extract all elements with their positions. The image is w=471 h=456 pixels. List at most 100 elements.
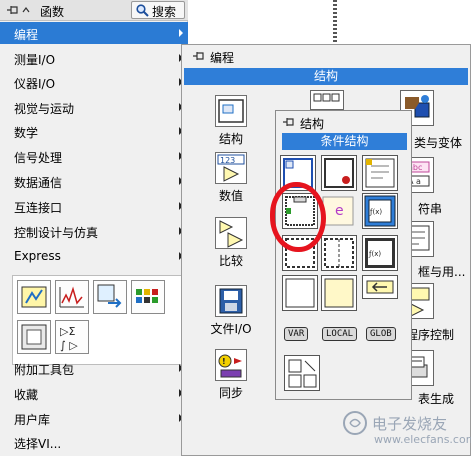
- menu-item-label: 信号处理: [14, 151, 63, 165]
- menu-item-label: 视觉与运动: [14, 102, 75, 116]
- category-structures[interactable]: 结构: [200, 95, 262, 147]
- fragment-string: 符串: [418, 202, 443, 216]
- menu-item-label: 收藏: [14, 388, 39, 402]
- express-indicator-icon[interactable]: [131, 280, 165, 314]
- screen: { "palette": { "title": "函数", "search_la…: [0, 0, 471, 456]
- menu-item-instrument-io[interactable]: 仪器I/O: [0, 71, 188, 93]
- express-io-icon[interactable]: [93, 280, 127, 314]
- menu-item-label: 编程: [14, 28, 39, 42]
- menu-item-label: 互连接口: [14, 201, 63, 215]
- menu-item-label: 用户库: [14, 413, 51, 427]
- menu-item-label: 数据通信: [14, 176, 63, 190]
- svg-text:!: !: [222, 357, 226, 366]
- category-label: 同步: [218, 386, 243, 400]
- watermark-url: www.elecfans.com: [374, 433, 471, 446]
- menu-item-label: 附加工具包: [14, 363, 75, 377]
- comparison-icon: [215, 217, 247, 249]
- search-button[interactable]: 搜索: [131, 1, 185, 19]
- menu-item-label: 控制设计与仿真: [14, 226, 99, 240]
- palette-title: 函数: [40, 5, 65, 19]
- menu-item-data-communication[interactable]: 数据通信: [0, 170, 188, 192]
- search-label: 搜索: [152, 5, 177, 19]
- palette-header: 函数 搜索: [0, 0, 188, 21]
- watermark-text: 电子发烧友: [372, 415, 448, 433]
- menu-item-connectivity[interactable]: 互连接口: [0, 195, 188, 217]
- structures-title: 结构: [300, 117, 325, 131]
- numeric-icon: 123: [215, 152, 247, 184]
- fragment-report: 表生成: [418, 392, 455, 406]
- category-label: 文件I/O: [210, 322, 252, 336]
- structures-icon: [215, 95, 247, 127]
- svg-text:123: 123: [220, 156, 235, 165]
- express-graph-icon[interactable]: [55, 280, 89, 314]
- category-file-io[interactable]: 文件I/O: [200, 285, 262, 337]
- pushpin-icon[interactable]: [192, 50, 206, 62]
- svg-text:ƒ(x): ƒ(x): [369, 208, 382, 216]
- svg-text:ƒ(x): ƒ(x): [368, 250, 381, 258]
- category-label: 数值: [218, 189, 243, 203]
- category-label: 比较: [218, 254, 243, 268]
- global-variable-badge[interactable]: GLOB: [366, 327, 396, 341]
- svg-text:∫ ▷: ∫ ▷: [60, 339, 78, 352]
- subpalette-header: 编程: [182, 45, 470, 67]
- menu-item-label: 数学: [14, 126, 39, 140]
- menu-item-user-library[interactable]: 用户库: [0, 407, 188, 429]
- mathscript-node-icon[interactable]: ƒ(x): [362, 235, 398, 271]
- var-badge[interactable]: VAR: [284, 327, 309, 341]
- functions-palette: 函数 搜索 编程 测量I/O 仪器I/O 视觉与运动 数学 信号处理 数据通信 …: [0, 0, 188, 456]
- synchronization-icon: !: [215, 349, 247, 381]
- feedback-node-icon[interactable]: [362, 275, 398, 299]
- menu-item-label: 选择VI...: [14, 437, 62, 451]
- watermark-logo-icon: [343, 411, 367, 435]
- menu-item-signal-processing[interactable]: 信号处理: [0, 145, 188, 167]
- subpalette-title: 编程: [210, 51, 235, 65]
- flat-sequence-icon[interactable]: [321, 235, 357, 271]
- category-numeric[interactable]: 123 数值: [200, 152, 262, 204]
- menu-item-control-design[interactable]: 控制设计与仿真: [0, 220, 188, 242]
- subpalette-band: 结构: [184, 68, 468, 85]
- svg-text:e: e: [335, 203, 344, 219]
- structures-band: 条件结构: [282, 133, 407, 150]
- fragment-variant-class: 类与变体: [414, 136, 463, 150]
- for-loop-icon[interactable]: [280, 155, 316, 191]
- case-structure-icon[interactable]: [282, 193, 318, 229]
- chevron-up-icon[interactable]: [22, 6, 30, 14]
- search-icon: [136, 4, 149, 17]
- menu-item-math[interactable]: 数学: [0, 120, 188, 142]
- timed-structure-icon[interactable]: [362, 155, 398, 191]
- menu-item-label: Express: [14, 249, 61, 263]
- menu-item-measurement-io[interactable]: 测量I/O: [0, 47, 188, 69]
- formula-node-icon[interactable]: ƒ(x): [362, 193, 398, 229]
- menu-item-programming[interactable]: 编程: [0, 22, 188, 44]
- fragment-app-control: 程序控制: [406, 328, 455, 342]
- fragment-dialog: 框与用...: [418, 265, 466, 279]
- category-comparison[interactable]: 比较: [200, 217, 262, 269]
- express-math-icon[interactable]: ▷Σ ∫ ▷: [55, 320, 89, 354]
- pushpin-icon[interactable]: [282, 116, 296, 128]
- array-icon[interactable]: [310, 90, 344, 110]
- svg-text:▷Σ: ▷Σ: [60, 325, 75, 338]
- stacked-sequence-icon[interactable]: [282, 235, 318, 271]
- menu-item-select-vi[interactable]: 选择VI...: [0, 431, 188, 453]
- menu-item-label: 仪器I/O: [14, 77, 56, 91]
- menu-item-vision-motion[interactable]: 视觉与运动: [0, 96, 188, 118]
- decorations-icon[interactable]: [284, 355, 320, 391]
- event-structure-icon[interactable]: [282, 275, 318, 311]
- express-signal-icon[interactable]: [17, 280, 51, 314]
- structures-subpalette: 结构 条件结构 e ƒ(x) ƒ(x) VAR LOCAL GLOB: [275, 110, 412, 400]
- while-loop-icon[interactable]: [321, 155, 357, 191]
- sequence-structure-icon[interactable]: e: [321, 193, 357, 229]
- diagram-disable-icon[interactable]: [321, 275, 357, 311]
- submenu-arrow-icon: [179, 29, 183, 37]
- category-synchronization[interactable]: ! 同步: [200, 349, 262, 401]
- express-icon-tray: ▷Σ ∫ ▷: [12, 275, 184, 365]
- pushpin-icon[interactable]: [6, 4, 20, 16]
- menu-item-label: 测量I/O: [14, 53, 56, 67]
- menu-item-express[interactable]: Express: [0, 245, 188, 267]
- express-structure-icon[interactable]: [17, 320, 51, 354]
- local-variable-badge[interactable]: LOCAL: [322, 327, 358, 341]
- file-io-icon: [215, 285, 247, 317]
- menu-item-addons[interactable]: 附加工具包: [0, 357, 188, 379]
- category-label: 结构: [218, 132, 243, 146]
- menu-item-favorites[interactable]: 收藏: [0, 382, 188, 404]
